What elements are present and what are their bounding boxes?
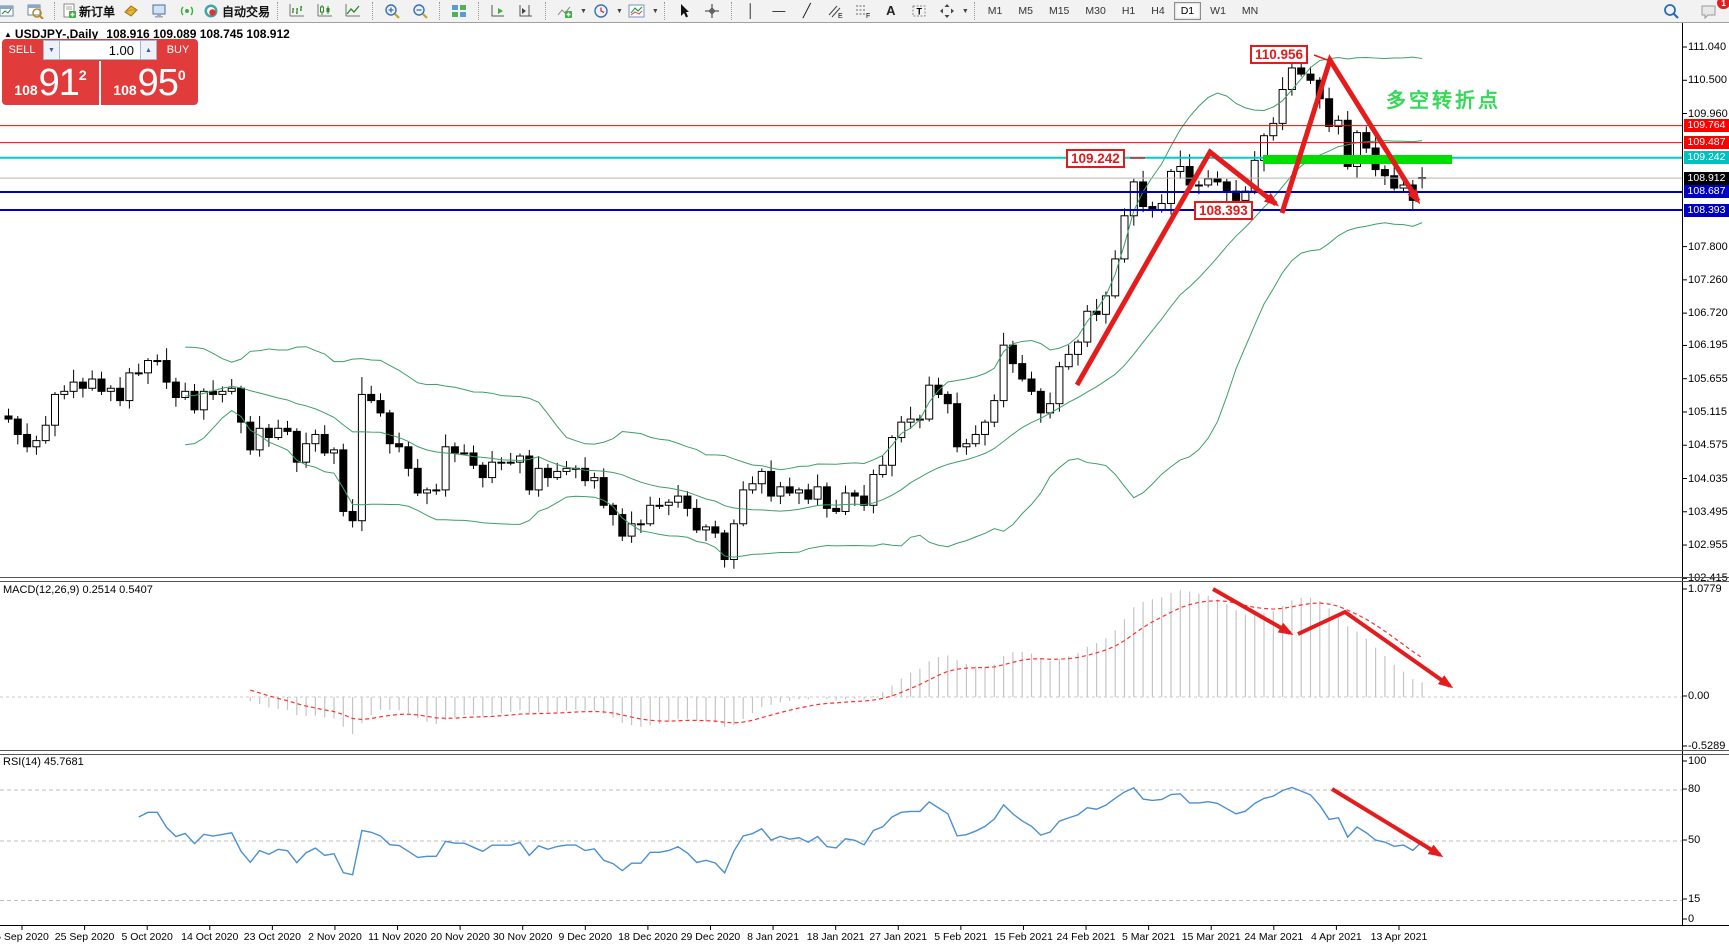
- toolbar-separator: [372, 2, 373, 20]
- chat-badge: 1: [1717, 0, 1729, 9]
- collapse-triangle-icon: ▲: [4, 30, 12, 39]
- indicators-add-icon[interactable]: [551, 1, 579, 21]
- vertical-line-tool-icon[interactable]: │: [737, 1, 765, 21]
- chart-shift-icon[interactable]: [512, 1, 540, 21]
- timeframe-button-m5[interactable]: M5: [1011, 2, 1040, 20]
- timeframe-button-h1[interactable]: H1: [1115, 2, 1142, 20]
- annotation-turning-point-note[interactable]: 多空转折点: [1386, 84, 1501, 113]
- text-tool-icon[interactable]: A: [877, 1, 905, 21]
- timeframe-button-m15[interactable]: M15: [1042, 2, 1076, 20]
- timeframe-button-m30[interactable]: M30: [1078, 2, 1112, 20]
- zoom-in-icon[interactable]: [378, 1, 406, 21]
- toolbar-separator: [439, 2, 440, 20]
- new-chart-icon[interactable]: [0, 1, 21, 21]
- sell-price-pip: 2: [79, 67, 87, 83]
- new-order-button[interactable]: 新订单: [60, 1, 117, 21]
- fibonacci-tool-icon[interactable]: F: [849, 1, 877, 21]
- cursor-icon[interactable]: [670, 1, 698, 21]
- arrows-dropdown-icon[interactable]: ▼: [962, 8, 969, 15]
- svg-text:T: T: [916, 7, 922, 17]
- toolbar-separator: [54, 2, 55, 20]
- horizontal-line-tool-icon[interactable]: —: [765, 1, 793, 21]
- candlestick-chart-icon[interactable]: [311, 1, 339, 21]
- timeframe-button-w1[interactable]: W1: [1203, 2, 1233, 20]
- sell-price[interactable]: 108 91 2: [2, 61, 99, 105]
- data-window-icon[interactable]: [21, 1, 49, 21]
- trendline-tool-icon[interactable]: ╱: [793, 1, 821, 21]
- signals-icon[interactable]: [173, 1, 201, 21]
- label-tool-icon[interactable]: T: [905, 1, 933, 21]
- buy-price-big: 95: [138, 63, 178, 103]
- sell-button[interactable]: SELL: [2, 39, 42, 61]
- new-order-label: 新订单: [79, 3, 115, 20]
- timeframe-group: M1M5M15M30H1H4D1W1MN: [978, 0, 1268, 22]
- timeframe-button-d1[interactable]: D1: [1174, 2, 1201, 20]
- chart-plot[interactable]: [0, 0, 1729, 946]
- rsi-legend: RSI(14) 45.7681: [3, 756, 84, 768]
- timeframe-button-h4[interactable]: H4: [1144, 2, 1171, 20]
- svg-text:E: E: [838, 13, 843, 19]
- buy-price-handle: 108: [113, 82, 136, 98]
- timeframe-button-m1[interactable]: M1: [981, 2, 1010, 20]
- toolbar-separator: [731, 2, 732, 20]
- volume-increase-button[interactable]: ▲: [140, 40, 157, 60]
- autotrading-label: 自动交易: [222, 3, 270, 20]
- periods-dropdown-icon[interactable]: ▼: [616, 8, 623, 15]
- chat-icon[interactable]: 1: [1695, 1, 1723, 21]
- crosshair-icon[interactable]: [698, 1, 726, 21]
- templates-icon[interactable]: [623, 1, 651, 21]
- indicators-dropdown-icon[interactable]: ▼: [580, 8, 587, 15]
- annotation-high-price[interactable]: 110.956: [1250, 45, 1308, 64]
- search-icon[interactable]: [1657, 1, 1685, 21]
- timeframe-button-mn[interactable]: MN: [1235, 2, 1265, 20]
- metaeditor-icon[interactable]: [117, 1, 145, 21]
- toolbar: 新订单 自动交易: [0, 0, 1729, 23]
- toolbar-separator: [277, 2, 278, 20]
- buy-button[interactable]: BUY: [158, 39, 198, 61]
- sell-price-big: 91: [39, 63, 79, 103]
- macd-legend: MACD(12,26,9) 0.2514 0.5407: [3, 584, 153, 596]
- bar-chart-icon[interactable]: [283, 1, 311, 21]
- auto-scroll-icon[interactable]: [484, 1, 512, 21]
- buy-price[interactable]: 108 95 0: [101, 61, 198, 105]
- toolbar-separator: [478, 2, 479, 20]
- channel-tool-icon[interactable]: E: [821, 1, 849, 21]
- one-click-trading-panel: SELL ▼ 1.00 ▲ BUY 108 91 2 108 95 0: [2, 39, 198, 105]
- volume-spinner: ▼ 1.00 ▲: [42, 39, 158, 61]
- arrows-tool-icon[interactable]: [933, 1, 961, 21]
- line-chart-icon[interactable]: [339, 1, 367, 21]
- terminal-icon[interactable]: [145, 1, 173, 21]
- toolbar-separator: [974, 2, 975, 20]
- annotation-mid-price[interactable]: 109.242: [1066, 149, 1125, 168]
- annotation-low-price[interactable]: 108.393: [1194, 201, 1253, 220]
- tile-windows-icon[interactable]: [445, 1, 473, 21]
- toolbar-separator: [664, 2, 665, 20]
- buy-price-pip: 0: [178, 67, 186, 83]
- templates-dropdown-icon[interactable]: ▼: [652, 8, 659, 15]
- volume-decrease-button[interactable]: ▼: [43, 40, 60, 60]
- autotrading-button[interactable]: 自动交易: [201, 1, 272, 21]
- periods-clock-icon[interactable]: [587, 1, 615, 21]
- toolbar-separator: [545, 2, 546, 20]
- zoom-out-icon[interactable]: [406, 1, 434, 21]
- mt4-window: 新订单 自动交易: [0, 0, 1729, 946]
- volume-value[interactable]: 1.00: [60, 40, 140, 60]
- sell-price-handle: 108: [14, 82, 37, 98]
- svg-text:F: F: [866, 13, 870, 19]
